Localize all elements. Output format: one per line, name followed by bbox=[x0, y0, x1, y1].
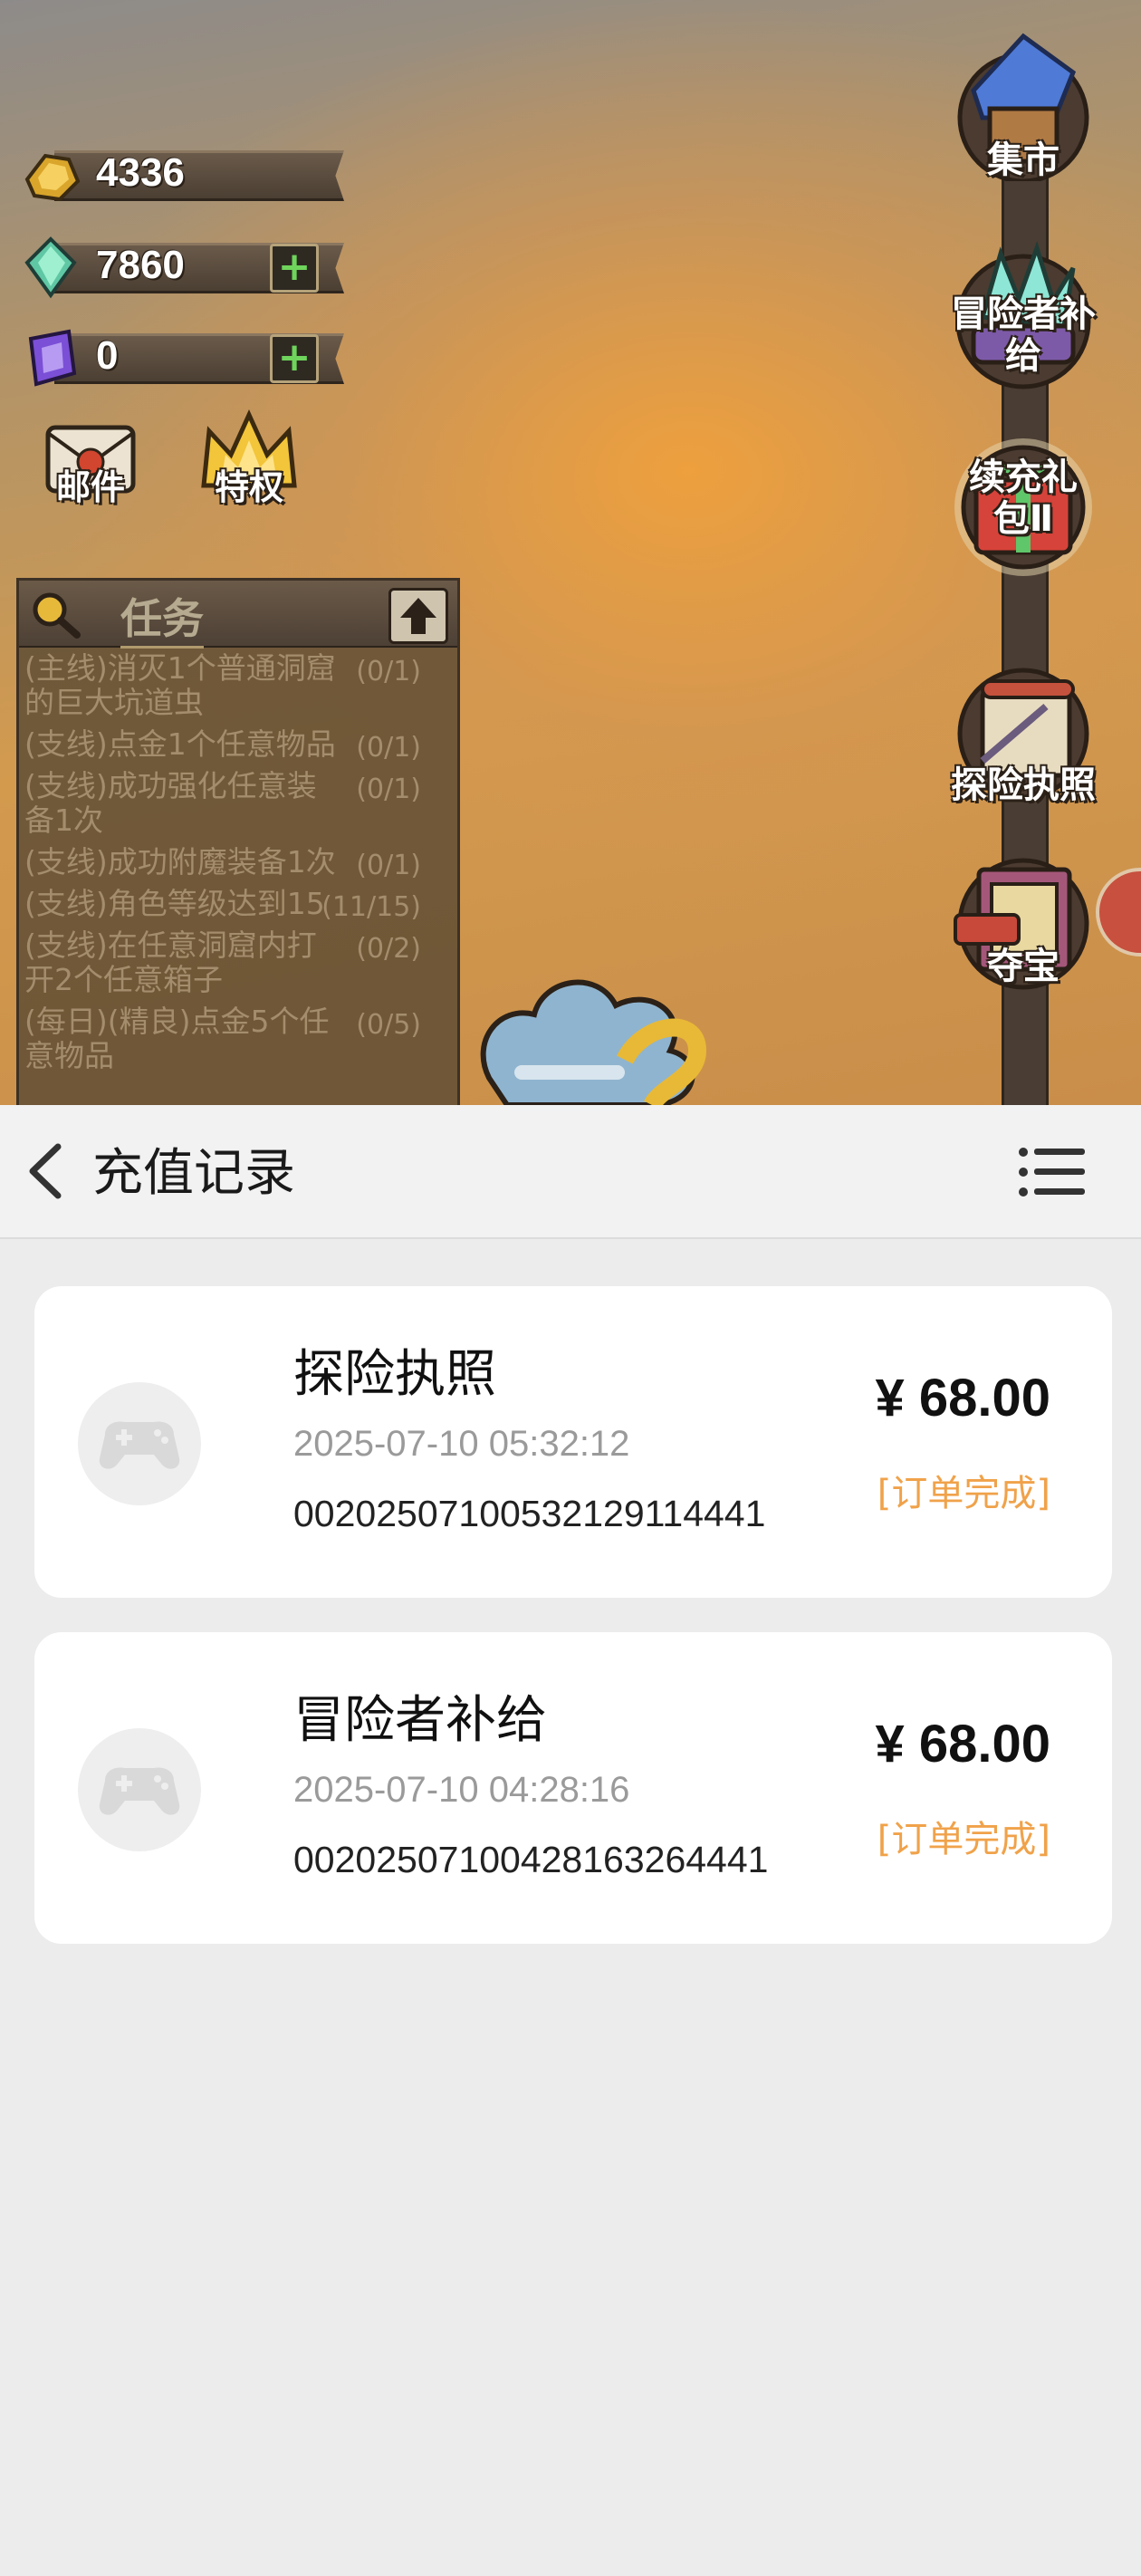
product-name: 冒险者补给 bbox=[293, 1691, 547, 1750]
collapse-quest-button[interactable] bbox=[388, 588, 448, 644]
quest-count: (0/5) bbox=[356, 1009, 421, 1041]
adventure-license-label: 探险执照 bbox=[951, 764, 1096, 806]
price: ¥ 68.00 bbox=[875, 1369, 1050, 1427]
adventure-license-button[interactable]: 探险执照 bbox=[942, 652, 1105, 806]
recharge-gift-button[interactable]: 续充礼包Ⅱ bbox=[942, 417, 1105, 576]
record-time: 2025-07-10 05:32:12 bbox=[293, 1424, 630, 1464]
gold-value: 4336 bbox=[96, 150, 185, 195]
quest-item[interactable]: (支线)角色等级达到15 (11/15) bbox=[19, 883, 457, 925]
record-time: 2025-07-10 04:28:16 bbox=[293, 1770, 630, 1810]
back-button[interactable] bbox=[20, 1139, 74, 1203]
order-id: 00202507100428163264441 bbox=[293, 1839, 769, 1880]
menu-button[interactable] bbox=[1018, 1147, 1087, 1197]
record-card[interactable]: 探险执照 2025-07-10 05:32:12 002025071005321… bbox=[34, 1286, 1112, 1598]
quest-item[interactable]: (每日)(精良)点金5个任意物品 (0/5) bbox=[19, 1001, 457, 1077]
privilege-label: 特权 bbox=[214, 467, 283, 507]
quest-item[interactable]: (支线)成功附魔装备1次 (0/1) bbox=[19, 841, 457, 883]
quest-list: (主线)消灭1个普通洞窟的巨大坑道虫 (0/1) (支线)点金1个任意物品 (0/1… bbox=[19, 648, 457, 1077]
chevron-left-icon bbox=[29, 1143, 62, 1199]
nav-bar: 充值记录 bbox=[0, 1105, 1141, 1239]
gold-icon bbox=[24, 153, 81, 202]
price: ¥ 68.00 bbox=[875, 1715, 1050, 1773]
quest-count: (0/1) bbox=[356, 774, 421, 805]
purple-gem-counter: 0 + bbox=[18, 326, 344, 387]
privilege-button[interactable]: 特权 bbox=[190, 404, 308, 507]
crystal-value: 7860 bbox=[96, 243, 185, 287]
order-status: [订单完成] bbox=[877, 1473, 1050, 1514]
purple-gem-icon bbox=[28, 329, 77, 387]
quest-count: (11/15) bbox=[321, 891, 421, 923]
game-background: 4336 7860 + 0 + 邮件 特权 任务 (主线)消灭1个普通洞窟的巨大… bbox=[0, 0, 1141, 1105]
quest-item[interactable]: (支线)点金1个任意物品 (0/1) bbox=[19, 724, 457, 765]
cloud-icon bbox=[480, 979, 707, 1105]
arrow-up-icon bbox=[400, 598, 436, 634]
list-menu-icon bbox=[1019, 1148, 1085, 1197]
market-button[interactable]: 集市 bbox=[942, 18, 1105, 184]
adventurer-supply-button[interactable]: 冒险者补给 bbox=[942, 235, 1105, 389]
gamepad-icon bbox=[99, 1421, 180, 1469]
gold-counter: 4336 bbox=[18, 143, 344, 202]
add-purple-gem-button[interactable]: + bbox=[270, 334, 319, 383]
sheet-drag-handle[interactable] bbox=[514, 1065, 625, 1080]
quest-count: (0/2) bbox=[356, 933, 421, 965]
quest-text: (支线)成功强化任意装备1次 bbox=[24, 768, 317, 838]
quest-text: (每日)(精良)点金5个任意物品 bbox=[24, 1004, 330, 1073]
treasure-button[interactable]: 夺宝 bbox=[942, 842, 1105, 990]
recharge-records-sheet: 充值记录 探险执照 2025-07-10 05:32:12 0020250710… bbox=[0, 1105, 1141, 2576]
crystal-icon bbox=[24, 236, 77, 299]
quest-item[interactable]: (支线)成功强化任意装备1次 (0/1) bbox=[19, 765, 457, 841]
game-avatar bbox=[78, 1728, 201, 1851]
quest-count: (0/1) bbox=[356, 850, 421, 881]
order-status: [订单完成] bbox=[877, 1819, 1050, 1860]
purple-gem-value: 0 bbox=[96, 333, 119, 378]
add-crystal-button[interactable]: + bbox=[270, 244, 319, 293]
game-avatar bbox=[78, 1382, 201, 1505]
quest-panel: 任务 (主线)消灭1个普通洞窟的巨大坑道虫 (0/1) (支线)点金1个任意物品(… bbox=[16, 578, 460, 1105]
product-name: 探险执照 bbox=[293, 1345, 496, 1404]
record-card[interactable]: 冒险者补给 2025-07-10 04:28:16 00202507100428… bbox=[34, 1632, 1112, 1944]
quest-item[interactable]: (支线)在任意洞窟内打开2个任意箱子 (0/2) bbox=[19, 925, 457, 1001]
quest-header: 任务 bbox=[19, 581, 457, 649]
search-icon[interactable] bbox=[28, 588, 82, 639]
quest-text: (主线)消灭1个普通洞窟的巨大坑道虫 bbox=[24, 650, 336, 720]
page-title: 充值记录 bbox=[92, 1144, 295, 1203]
quest-text: (支线)在任意洞窟内打开2个任意箱子 bbox=[24, 928, 317, 997]
quest-title: 任务 bbox=[120, 586, 204, 649]
gamepad-icon bbox=[99, 1767, 180, 1815]
quest-text: (支线)点金1个任意物品 bbox=[24, 726, 336, 762]
quest-count: (0/1) bbox=[356, 656, 421, 687]
quest-text: (支线)角色等级达到15 bbox=[24, 886, 325, 921]
crystal-counter: 7860 + bbox=[18, 235, 344, 299]
quest-count: (0/1) bbox=[356, 732, 421, 764]
order-id: 00202507100532129114441 bbox=[293, 1493, 766, 1534]
quest-text: (支线)成功附魔装备1次 bbox=[24, 844, 336, 879]
mail-label: 邮件 bbox=[55, 467, 125, 507]
mail-button[interactable]: 邮件 bbox=[36, 417, 145, 507]
quest-item[interactable]: (主线)消灭1个普通洞窟的巨大坑道虫 (0/1) bbox=[19, 648, 457, 724]
